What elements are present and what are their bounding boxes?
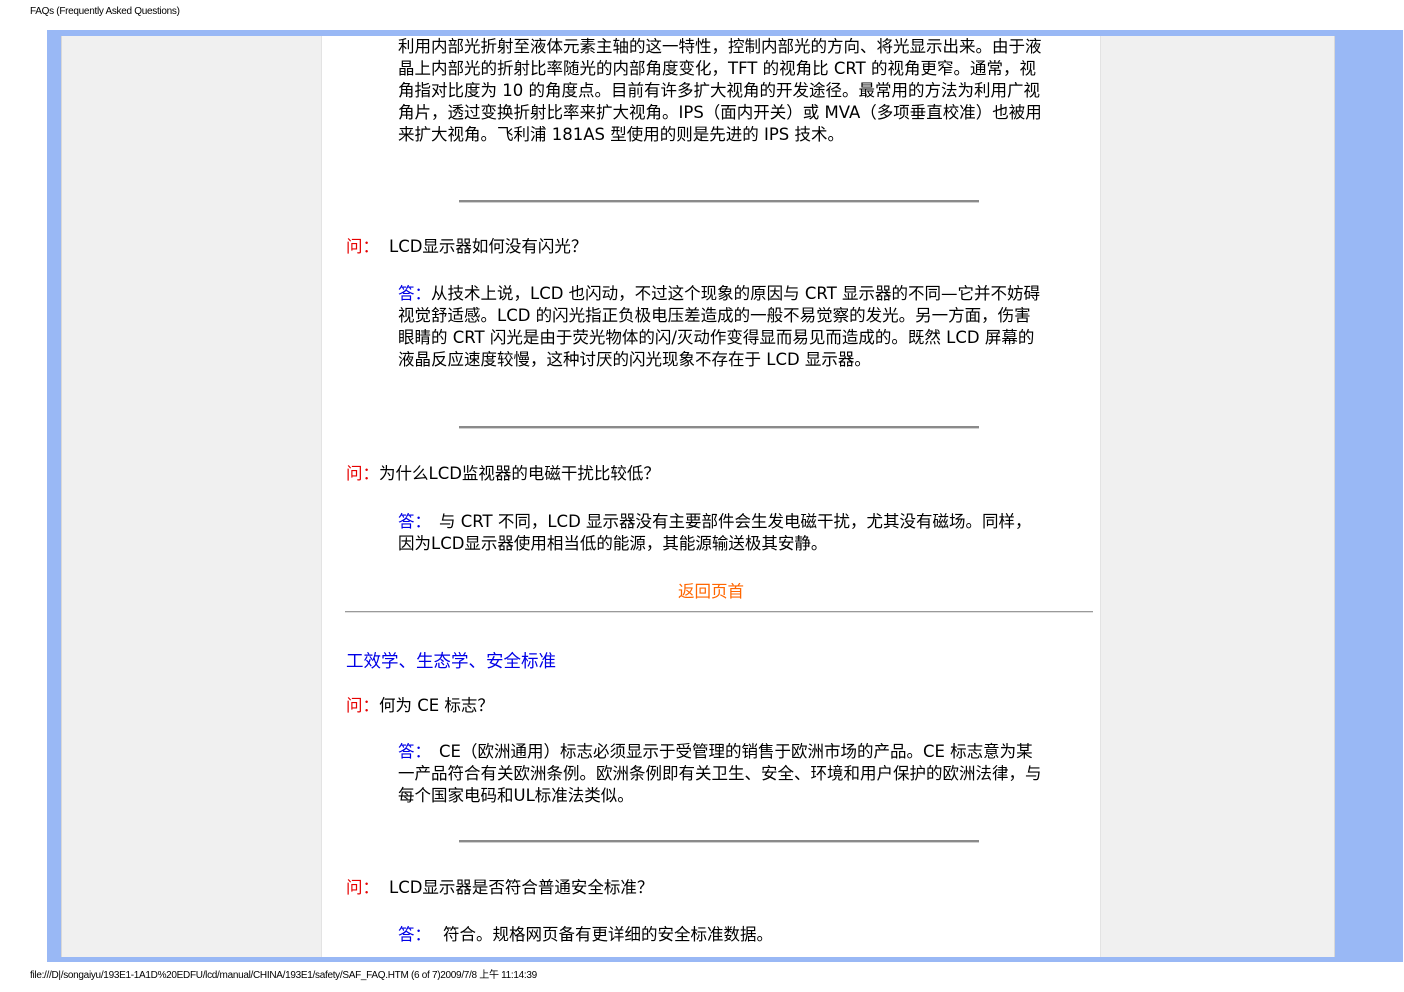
intro-answer-text: 利用内部光折射至液体元素主轴的这一特性，控制内部光的方向、将光显示出来。由于液晶…	[398, 37, 1042, 144]
answer-label: 答：	[398, 512, 431, 531]
answer-label: 答：	[398, 925, 431, 944]
page-header-title: FAQs (Frequently Asked Questions)	[30, 6, 180, 17]
question-2: 问：为什么LCD监视器的电磁干扰比较低？	[346, 463, 660, 485]
answer-3: 答： CE（欧洲通用）标志必须显示于受管理的销售于欧洲市场的产品。CE 标志意为某…	[398, 741, 1043, 807]
question-text: 何为 CE 标志？	[379, 696, 494, 715]
answer-text: 符合。规格网页备有更详细的安全标准数据。	[443, 925, 773, 944]
question-label: 问：	[346, 237, 379, 256]
answer-label: 答：	[398, 284, 431, 303]
separator	[459, 840, 979, 843]
page-footer-path: file:///D|/songaiyu/193E1-1A1D%20EDFU/lc…	[30, 970, 537, 981]
question-text: LCD显示器如何没有闪光？	[389, 237, 588, 256]
back-to-top-link[interactable]: 返回页首	[322, 578, 1100, 602]
answer-label: 答：	[398, 742, 431, 761]
content-panel: 利用内部光折射至液体元素主轴的这一特性，控制内部光的方向、将光显示出来。由于液晶…	[321, 36, 1101, 957]
answer-1: 答：从技术上说，LCD 也闪动，不过这个现象的原因与 CRT 显示器的不同—它并…	[398, 283, 1043, 371]
answer-text: 从技术上说，LCD 也闪动，不过这个现象的原因与 CRT 显示器的不同—它并不妨…	[398, 284, 1041, 369]
section-separator	[345, 611, 1093, 613]
answer-text: 与 CRT 不同，LCD 显示器没有主要部件会生发电磁干扰，尤其没有磁场。同样，…	[398, 512, 1032, 553]
section-title-link[interactable]: 工效学、生态学、安全标准	[346, 648, 556, 673]
question-4: 问： LCD显示器是否符合普通安全标准？	[346, 877, 653, 899]
answer-4: 答： 符合。规格网页备有更详细的安全标准数据。	[398, 924, 1043, 946]
question-text: LCD显示器是否符合普通安全标准？	[389, 878, 654, 897]
question-label: 问：	[346, 696, 379, 715]
question-label: 问：	[346, 464, 379, 483]
frame-right-band	[1336, 30, 1403, 962]
answer-text: CE（欧洲通用）标志必须显示于受管理的销售于欧洲市场的产品。CE 标志意为某一产…	[398, 742, 1042, 805]
separator	[459, 200, 979, 203]
question-label: 问：	[346, 878, 379, 897]
question-text: 为什么LCD监视器的电磁干扰比较低？	[379, 464, 660, 483]
separator	[459, 426, 979, 429]
question-1: 问： LCD显示器如何没有闪光？	[346, 236, 587, 258]
answer-2: 答：与 CRT 不同，LCD 显示器没有主要部件会生发电磁干扰，尤其没有磁场。同…	[398, 511, 1043, 555]
question-3: 问：何为 CE 标志？	[346, 695, 494, 717]
